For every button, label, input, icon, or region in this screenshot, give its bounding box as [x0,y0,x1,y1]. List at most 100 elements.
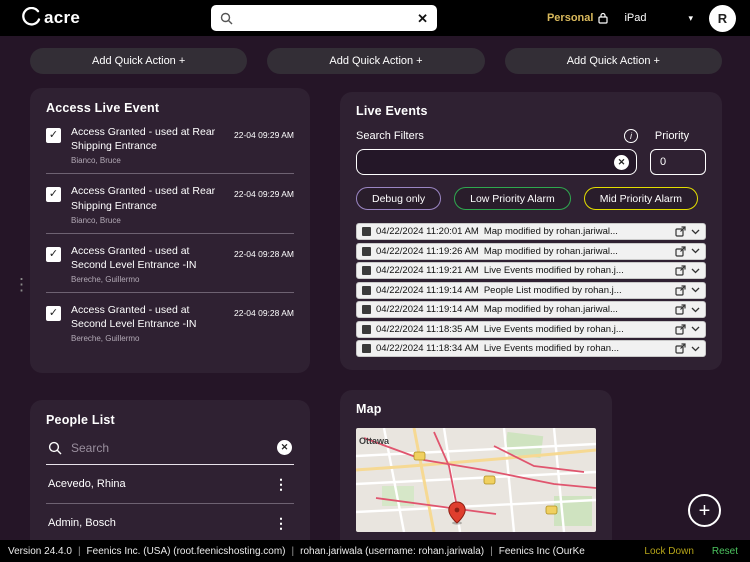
live-event-row[interactable]: 04/22/2024 11:19:14 AM Map modified by r… [356,301,706,318]
search-filters-label: Search Filters [356,130,424,142]
dashboard-page: acre ✕ Personal iPad ▾ R Add Quick Actio… [0,0,750,562]
access-event-text: Access Granted - used at Rear Shipping E… [71,125,224,165]
people-list-panel: People List ✕ Acevedo, Rhina ⋮ Admin, Bo… [30,400,310,552]
user-avatar[interactable]: R [709,4,736,32]
clear-filter-icon[interactable]: ✕ [614,154,629,170]
filter-low-priority-alarm-button[interactable]: Low Priority Alarm [454,187,571,210]
access-event-person: Bianco, Bruce [71,215,121,225]
org-instance-label: Feenics Inc (OurKe [498,545,585,557]
live-events-panel: Live Events Search Filters i Priority ✕ … [340,92,722,370]
access-event-row[interactable]: ✓ Access Granted - used at Rear Shipping… [46,174,294,234]
live-event-row[interactable]: 04/22/2024 11:18:35 AM Live Events modif… [356,320,706,338]
personal-label[interactable]: Personal [547,12,593,24]
checkbox-checked-icon[interactable]: ✓ [46,246,61,262]
top-bar-right: Personal iPad ▾ R [547,0,736,36]
access-event-person: Bereche, Guillermo [71,334,140,344]
search-clear-icon[interactable]: ✕ [417,12,428,25]
chevron-down-icon[interactable] [691,229,700,235]
access-event-row[interactable]: ✓ Access Granted - used at Second Level … [46,234,294,294]
acre-logo-icon [22,7,43,28]
live-event-row[interactable]: 04/22/2024 11:18:34 AM Live Events modif… [356,340,706,357]
person-name: Acevedo, Rhina [48,478,126,490]
event-message: Map modified by rohan.jariwal... [483,245,618,257]
add-fab-button[interactable]: + [688,494,721,527]
priority-label: Priority [654,130,690,142]
event-timestamp: 04/22/2024 11:18:34 AM [376,343,479,354]
priority-input[interactable] [650,149,706,175]
external-link-icon[interactable] [675,245,686,257]
person-name: Admin, Bosch [48,517,116,529]
checkbox-checked-icon[interactable]: ✓ [46,306,61,322]
kebab-menu-icon[interactable]: ⋮ [270,477,292,491]
filter-search-box[interactable]: ✕ [356,149,637,175]
access-event-row[interactable]: ✓ Access Granted - used at Rear Shipping… [46,115,294,175]
add-quick-action-button-3[interactable]: Add Quick Action + [504,48,722,74]
external-link-icon[interactable] [675,343,686,354]
live-event-row[interactable]: 04/22/2024 11:20:01 AM Map modified by r… [356,223,706,240]
chevron-down-icon[interactable] [691,248,700,254]
event-timestamp: 04/22/2024 11:19:21 AM [376,265,479,276]
add-quick-action-button-1[interactable]: Add Quick Action + [30,48,248,74]
external-link-icon[interactable] [675,304,686,315]
external-link-icon[interactable] [675,265,686,276]
logged-in-user-label: rohan.jariwala (username: rohan.jariwala… [300,545,485,557]
global-search-box[interactable]: ✕ [211,5,437,31]
version-label: Version 24.4.0 [8,545,72,557]
filter-debug-only-button[interactable]: Debug only [356,187,442,210]
live-event-row[interactable]: 04/22/2024 11:19:21 AM Live Events modif… [356,262,706,279]
acre-logo[interactable]: acre [22,7,80,28]
external-link-icon[interactable] [675,323,686,335]
access-event-row[interactable]: ✓ Access Granted - used at Second Level … [46,293,294,351]
access-event-person: Bianco, Bruce [71,156,121,166]
access-event-text: Access Granted - used at Second Level En… [71,244,224,284]
reset-button[interactable]: Reset [712,546,738,557]
map-canvas[interactable]: Ottawa [356,428,596,532]
event-timestamp: 04/22/2024 11:19:26 AM [376,245,479,257]
people-search-box[interactable]: ✕ [46,431,294,465]
chevron-down-icon[interactable] [691,307,700,313]
filter-pills-row: Debug only Low Priority Alarm Mid Priori… [356,187,706,210]
host-org-label: Feenics Inc. (USA) (root.feenicshosting.… [86,545,286,557]
live-events-label-row: Search Filters i Priority [356,129,706,143]
person-row[interactable]: Acevedo, Rhina ⋮ [46,465,294,504]
separator: | [291,545,295,557]
people-search-input[interactable] [71,440,268,455]
access-event-time: 22-04 09:28 AM [233,248,294,259]
filter-search-input[interactable] [364,155,614,169]
chevron-down-icon[interactable] [691,346,700,352]
access-event-title: Access Granted - used at Second Level En… [71,244,197,271]
chevron-down-icon[interactable] [691,326,700,332]
checkbox-checked-icon[interactable]: ✓ [46,128,61,143]
external-link-icon[interactable] [675,226,686,237]
info-icon[interactable]: i [624,129,638,143]
live-event-row[interactable]: 04/22/2024 11:19:14 AM People List modif… [356,281,706,299]
clear-search-icon[interactable]: ✕ [277,440,292,455]
checkbox-checked-icon[interactable]: ✓ [46,187,61,203]
external-link-icon[interactable] [675,284,686,296]
person-row[interactable]: Admin, Bosch ⋮ [46,504,294,543]
kebab-menu-icon[interactable]: ⋮ [270,516,292,530]
chevron-down-icon[interactable] [691,268,700,274]
filter-mid-priority-alarm-button[interactable]: Mid Priority Alarm [583,187,698,210]
event-marker-icon [362,344,371,353]
lock-down-button[interactable]: Lock Down [644,546,693,557]
device-selector-label[interactable]: iPad [624,12,646,24]
event-message: Live Events modified by rohan.j... [483,323,624,335]
separator: | [77,545,81,557]
live-events-title: Live Events [356,104,428,118]
access-event-time: 22-04 09:29 AM [233,130,294,140]
live-events-inputs-row: ✕ [356,149,706,175]
chevron-down-icon[interactable]: ▾ [688,13,693,24]
chevron-down-icon[interactable] [691,287,700,293]
event-timestamp: 04/22/2024 11:18:35 AM [376,323,479,335]
drag-handle-icon[interactable]: ⋮ [13,275,30,295]
event-message: People List modified by rohan.j... [483,284,622,296]
access-event-text: Access Granted - used at Second Level En… [71,303,224,343]
map-title: Map [356,402,382,416]
add-quick-action-button-2[interactable]: Add Quick Action + [267,48,485,74]
live-event-row[interactable]: 04/22/2024 11:19:26 AM Map modified by r… [356,242,706,260]
global-search-input[interactable] [240,11,411,25]
live-events-list: 04/22/2024 11:20:01 AM Map modified by r… [356,223,706,359]
event-message: Map modified by rohan.jariwal... [483,304,618,315]
status-bar: Version 24.4.0 | Feenics Inc. (USA) (roo… [0,540,750,562]
